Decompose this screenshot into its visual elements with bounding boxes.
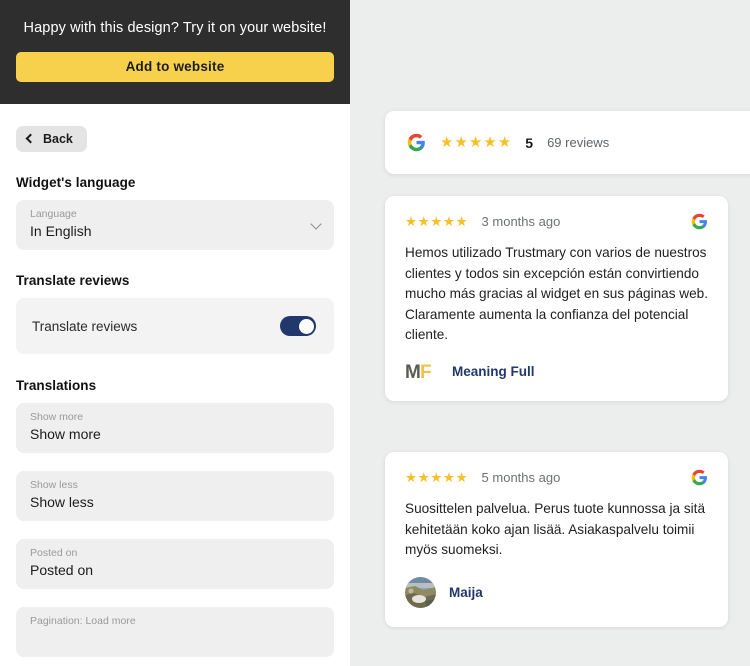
review-author-name: Meaning Full	[452, 364, 535, 379]
review-author: Maija	[405, 576, 708, 608]
translation-field-label: Show more	[30, 411, 84, 423]
translation-field-value: Posted on	[30, 562, 94, 578]
promo-banner: Happy with this design? Try it on your w…	[0, 0, 350, 104]
translate-reviews-toggle[interactable]	[280, 316, 316, 336]
summary-review-count: 69 reviews	[547, 135, 610, 150]
star-icon: ★	[417, 469, 430, 485]
review-text: Suosittelen palvelua. Perus tuote kunnos…	[405, 501, 706, 557]
chevron-left-icon	[25, 133, 36, 144]
back-button-label: Back	[43, 132, 73, 146]
translation-field-label: Posted on	[30, 547, 78, 559]
star-icon: ★	[405, 469, 418, 485]
language-select-value: In English	[30, 223, 92, 239]
star-icon: ★	[442, 469, 455, 485]
star-icon: ★	[455, 469, 468, 485]
settings-sidebar: Happy with this design? Try it on your w…	[0, 0, 350, 666]
translations-heading: Translations	[16, 378, 97, 393]
review-header-left: ★ ★ ★ ★ ★ 5 months ago	[405, 470, 560, 485]
review-stars: ★ ★ ★ ★ ★	[405, 469, 468, 485]
translate-reviews-heading: Translate reviews	[16, 273, 130, 288]
review-header: ★ ★ ★ ★ ★ 5 months ago	[405, 469, 708, 486]
add-to-website-button[interactable]: Add to website	[16, 52, 334, 82]
translation-field-show-less[interactable]: Show less Show less	[16, 471, 334, 521]
summary-rating-value: 5	[525, 134, 534, 151]
review-date: 3 months ago	[481, 214, 561, 229]
language-select-label: Language	[30, 208, 77, 220]
star-icon: ★	[442, 213, 455, 229]
sidebar-body: Back Widget's language Language In Engli…	[0, 104, 350, 657]
review-author-name: Maija	[449, 584, 483, 600]
widget-preview-panel: ★ ★ ★ ★ ★ 5 69 reviews ★ ★ ★ ★ ★ 3 month…	[350, 0, 750, 666]
star-icon: ★	[405, 213, 418, 229]
google-g-icon	[691, 469, 708, 486]
review-author: M F Meaning Full	[405, 362, 708, 383]
rating-summary-card: ★ ★ ★ ★ ★ 5 69 reviews	[385, 111, 750, 174]
back-button[interactable]: Back	[16, 126, 87, 152]
star-icon: ★	[454, 134, 468, 151]
star-icon: ★	[430, 213, 443, 229]
review-date: 5 months ago	[481, 470, 561, 485]
star-icon: ★	[497, 134, 512, 151]
star-icon: ★	[430, 469, 443, 485]
google-g-icon	[407, 133, 426, 152]
meaning-full-logo-icon: M F	[405, 362, 439, 383]
language-select[interactable]: Language In English	[16, 200, 334, 250]
translation-field-value: Show less	[30, 494, 94, 510]
review-stars: ★ ★ ★ ★ ★	[405, 213, 468, 229]
review-card: ★ ★ ★ ★ ★ 5 months ago Suosittelen palve…	[385, 452, 728, 627]
translation-field-label: Show less	[30, 479, 78, 491]
summary-stars: ★ ★ ★ ★ ★	[440, 135, 511, 150]
star-icon: ★	[468, 134, 483, 151]
widget-editor-screen: Happy with this design? Try it on your w…	[0, 0, 750, 666]
star-icon: ★	[417, 213, 430, 229]
translate-reviews-row[interactable]: Translate reviews	[16, 298, 334, 354]
svg-text:F: F	[420, 362, 432, 382]
star-icon: ★	[483, 134, 497, 151]
translation-field-posted-on[interactable]: Posted on Posted on	[16, 539, 334, 589]
review-header: ★ ★ ★ ★ ★ 3 months ago	[405, 213, 708, 230]
translation-field-pagination-load-more[interactable]: Pagination: Load more	[16, 607, 334, 657]
star-icon: ★	[455, 213, 468, 229]
svg-text:M: M	[405, 362, 421, 382]
promo-text: Happy with this design? Try it on your w…	[23, 20, 327, 36]
widget-language-heading: Widget's language	[16, 175, 136, 190]
avatar	[405, 576, 436, 608]
star-icon: ★	[440, 134, 454, 151]
toggle-knob	[298, 318, 314, 334]
review-card: ★ ★ ★ ★ ★ 3 months ago Hemos utilizado T…	[385, 196, 728, 401]
review-header-left: ★ ★ ★ ★ ★ 3 months ago	[405, 214, 560, 229]
translation-field-value: Show more	[30, 426, 101, 442]
review-text: Hemos utilizado Trustmary con varios de …	[405, 245, 708, 342]
google-g-icon	[691, 213, 708, 230]
translate-reviews-label: Translate reviews	[32, 318, 138, 334]
translation-field-label: Pagination: Load more	[30, 615, 136, 627]
translation-field-show-more[interactable]: Show more Show more	[16, 403, 334, 453]
